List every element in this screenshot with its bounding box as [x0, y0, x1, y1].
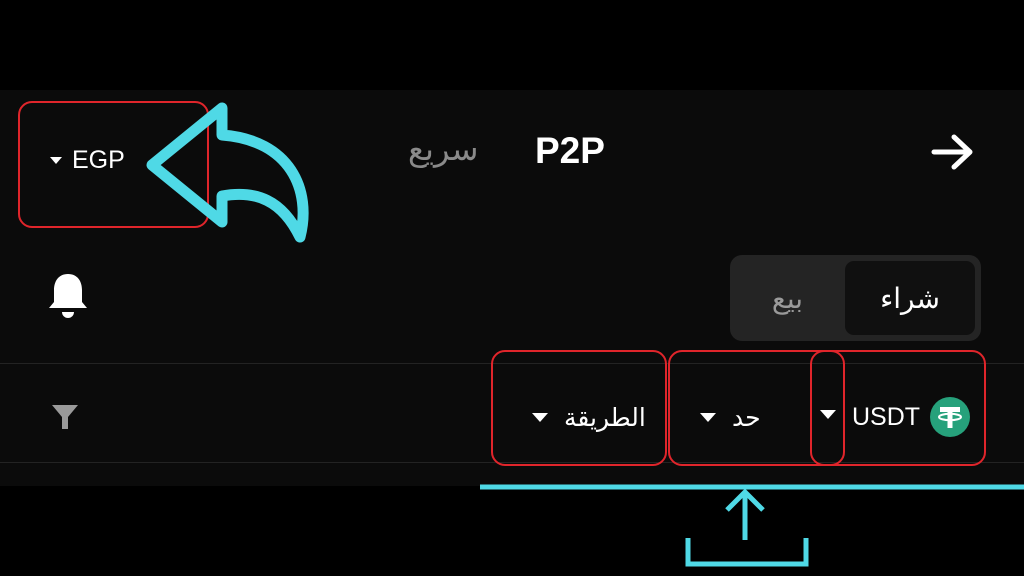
buy-sell-toggle: بيع شراء: [730, 255, 981, 341]
annotation-box-currency: [18, 101, 209, 228]
upload-arrow-annotation: [480, 484, 1024, 567]
arrow-right-icon[interactable]: [930, 132, 976, 172]
tab-quick[interactable]: سريع: [408, 130, 478, 168]
bell-icon[interactable]: [45, 270, 91, 320]
annotation-box-method: [491, 350, 667, 466]
funnel-icon[interactable]: [50, 402, 80, 432]
screenshot-stage: EGP سريع P2P بيع شراء الطريقة حد USDT: [0, 0, 1024, 576]
buy-tab[interactable]: شراء: [845, 261, 975, 335]
sell-tab[interactable]: بيع: [730, 255, 845, 341]
annotation-box-asset-caret: [810, 350, 845, 466]
tab-p2p[interactable]: P2P: [535, 130, 605, 172]
